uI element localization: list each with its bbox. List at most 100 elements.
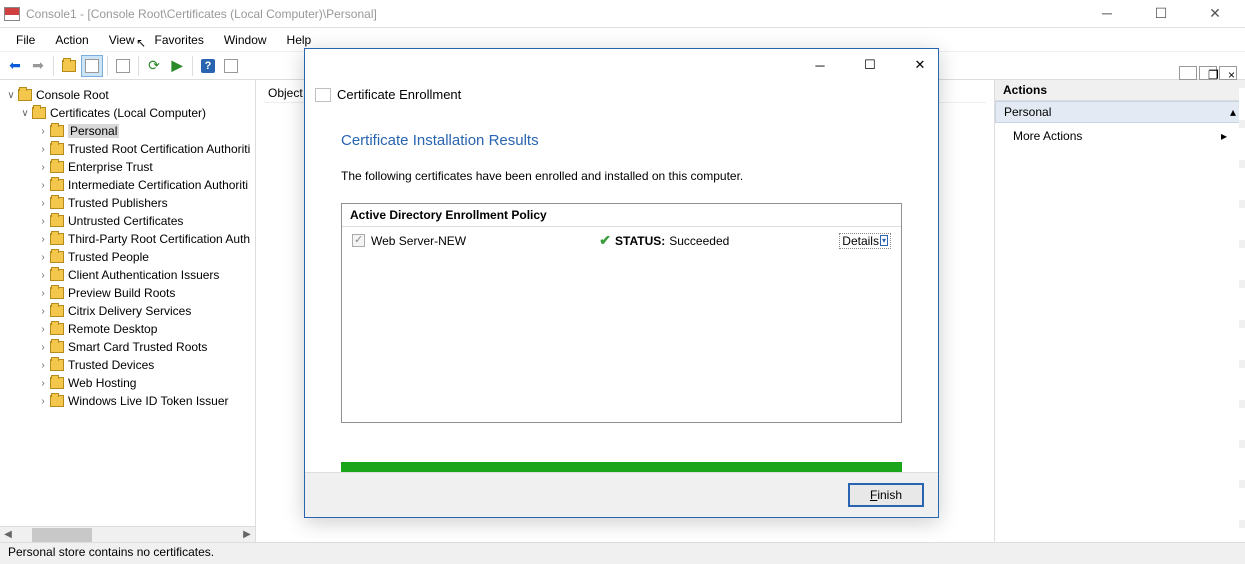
tree-item[interactable]: › Trusted Devices xyxy=(0,356,255,374)
folder-icon xyxy=(50,197,64,209)
cert-name: Web Server-NEW xyxy=(371,234,599,248)
right-splitter[interactable] xyxy=(1239,80,1245,542)
tree-item-label: Preview Build Roots xyxy=(68,286,175,300)
tree-item[interactable]: › Citrix Delivery Services xyxy=(0,302,255,320)
expand-icon[interactable]: › xyxy=(36,378,50,389)
tree-certs[interactable]: ∨ Certificates (Local Computer) xyxy=(0,104,255,122)
expand-icon[interactable]: › xyxy=(36,126,50,137)
folder-icon xyxy=(50,143,64,155)
folder-icon xyxy=(50,359,64,371)
tree-item[interactable]: › Windows Live ID Token Issuer xyxy=(0,392,255,410)
cert-icon xyxy=(315,88,331,102)
expand-icon[interactable]: › xyxy=(36,234,50,245)
tree-item-label: Trusted Devices xyxy=(68,358,154,372)
expand-icon[interactable]: › xyxy=(36,324,50,335)
expand-icon[interactable]: › xyxy=(36,252,50,263)
expand-icon[interactable]: › xyxy=(36,198,50,209)
folder-icon xyxy=(50,251,64,263)
copy-button[interactable] xyxy=(112,55,134,77)
tree-item-label: Trusted Publishers xyxy=(68,196,168,210)
expand-icon[interactable]: › xyxy=(36,342,50,353)
expand-icon[interactable]: › xyxy=(36,216,50,227)
view-options-button[interactable] xyxy=(220,55,242,77)
tree-item[interactable]: ›Trusted People xyxy=(0,248,255,266)
close-button[interactable]: ✕ xyxy=(1197,5,1233,22)
up-folder-button[interactable] xyxy=(58,55,80,77)
expand-icon[interactable]: › xyxy=(36,288,50,299)
cert-store-icon xyxy=(32,107,46,119)
finish-button[interactable]: Finish xyxy=(848,483,924,507)
dialog-minimize-button[interactable]: ─ xyxy=(810,58,830,73)
folder-icon xyxy=(50,341,64,353)
tree-root[interactable]: ∨ Console Root xyxy=(0,86,255,104)
details-button[interactable]: Details ▾ xyxy=(839,233,891,249)
details-label: Details xyxy=(842,234,879,248)
menu-view[interactable]: View xyxy=(101,31,143,49)
folder-icon xyxy=(50,125,64,137)
collapse-icon[interactable]: ∨ xyxy=(18,108,32,119)
refresh-button[interactable]: ⟳ xyxy=(143,55,165,77)
tree-item[interactable]: › Trusted Publishers xyxy=(0,194,255,212)
dialog-maximize-button[interactable]: ☐ xyxy=(860,57,880,73)
tree-item-personal[interactable]: › Personal xyxy=(0,122,255,140)
chevron-down-icon: ▾ xyxy=(880,235,888,246)
tree-item[interactable]: ›Trusted Root Certification Authoriti xyxy=(0,140,255,158)
more-actions-item[interactable]: More Actions ▸ xyxy=(995,123,1245,149)
scroll-right-icon[interactable]: ▶ xyxy=(239,529,255,540)
folder-icon xyxy=(50,161,64,173)
mdi-minimize-button[interactable]: _ xyxy=(1179,66,1197,80)
expand-icon[interactable]: › xyxy=(36,270,50,281)
help-button[interactable]: ? xyxy=(197,55,219,77)
mdi-restore-button[interactable]: ❐ xyxy=(1199,66,1217,80)
expand-icon[interactable]: › xyxy=(36,306,50,317)
tree-item[interactable]: ›Third-Party Root Certification Auth xyxy=(0,230,255,248)
menu-file[interactable]: File xyxy=(8,31,43,49)
tree-item[interactable]: › Enterprise Trust xyxy=(0,158,255,176)
back-button[interactable]: ⬅ xyxy=(4,55,26,77)
actions-panel: Actions Personal ▴ More Actions ▸ xyxy=(995,80,1245,542)
show-tree-button[interactable] xyxy=(81,55,103,77)
export-button[interactable]: ▶ xyxy=(166,55,188,77)
expand-icon[interactable]: › xyxy=(36,144,50,155)
expand-icon[interactable]: › xyxy=(36,162,50,173)
dialog-close-button[interactable]: ✕ xyxy=(910,57,930,73)
horizontal-scrollbar[interactable]: ◀ ▶ xyxy=(0,526,255,542)
menu-help[interactable]: Help xyxy=(279,31,320,49)
tree-item-label: Personal xyxy=(70,124,117,138)
dialog-heading: Certificate Installation Results xyxy=(341,132,902,149)
folder-icon xyxy=(50,215,64,227)
tree-item-label: Enterprise Trust xyxy=(68,160,153,174)
minimize-button[interactable]: ─ xyxy=(1089,5,1125,22)
collapse-icon[interactable]: ▴ xyxy=(1230,105,1236,119)
folder-icon xyxy=(50,395,64,407)
tree-certs-label: Certificates (Local Computer) xyxy=(50,106,206,120)
tree-item[interactable]: ›Client Authentication Issuers xyxy=(0,266,255,284)
expand-icon[interactable]: › xyxy=(36,360,50,371)
tree-item[interactable]: ›Intermediate Certification Authoriti xyxy=(0,176,255,194)
tree-item[interactable]: ›Web Hosting xyxy=(0,374,255,392)
dialog-text: The following certificates have been enr… xyxy=(341,169,902,183)
expand-icon[interactable]: › xyxy=(36,180,50,191)
menu-window[interactable]: Window xyxy=(216,31,275,49)
tree-item-label: Citrix Delivery Services xyxy=(68,304,191,318)
expand-icon[interactable]: › xyxy=(36,396,50,407)
tree-item[interactable]: › Preview Build Roots xyxy=(0,284,255,302)
maximize-button[interactable]: ☐ xyxy=(1143,5,1179,22)
tree-item[interactable]: ›Smart Card Trusted Roots xyxy=(0,338,255,356)
actions-group[interactable]: Personal ▴ xyxy=(995,101,1245,123)
more-actions-label: More Actions xyxy=(1013,129,1082,143)
status-value: Succeeded xyxy=(669,234,729,248)
tree-item-label: Windows Live ID Token Issuer xyxy=(68,394,229,408)
tree-item[interactable]: ›Untrusted Certificates xyxy=(0,212,255,230)
collapse-icon[interactable]: ∨ xyxy=(4,90,18,101)
mdi-close-button[interactable]: × xyxy=(1219,66,1237,80)
scroll-left-icon[interactable]: ◀ xyxy=(0,529,16,540)
forward-button[interactable]: ➡ xyxy=(27,55,49,77)
policy-box: Active Directory Enrollment Policy Web S… xyxy=(341,203,902,423)
tree-item[interactable]: ›Remote Desktop xyxy=(0,320,255,338)
folder-icon xyxy=(50,233,64,245)
scrollbar-thumb[interactable] xyxy=(32,528,92,542)
menu-favorites[interactable]: Favorites xyxy=(147,31,212,49)
tree-root-label: Console Root xyxy=(36,88,109,102)
menu-action[interactable]: Action xyxy=(47,31,96,49)
